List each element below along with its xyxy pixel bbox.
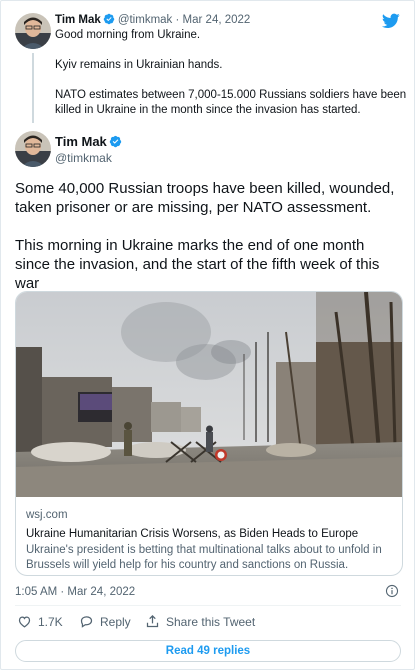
heart-icon bbox=[18, 616, 31, 628]
author-name[interactable]: Tim Mak bbox=[55, 134, 107, 149]
tweet-embed: Tim Mak @timkmak · Mar 24, 2022 Good morn… bbox=[0, 0, 415, 670]
action-bar: 1.7K Reply Share this Tweet bbox=[15, 614, 401, 632]
author-name-line[interactable]: Tim Mak bbox=[55, 134, 125, 149]
timestamp-row: 1:05 AM · Mar 24, 2022 bbox=[15, 584, 401, 598]
parent-line: NATO estimates between 7,000-15.000 Russ… bbox=[55, 89, 407, 116]
tweet-paragraph: This morning in Ukraine marks the end of… bbox=[15, 237, 380, 292]
author-name[interactable]: Tim Mak bbox=[55, 14, 101, 26]
like-count: 1.7K bbox=[38, 614, 63, 629]
parent-date[interactable]: Mar 24, 2022 bbox=[183, 14, 251, 26]
link-card[interactable]: wsj.com Ukraine Humanitarian Crisis Wors… bbox=[15, 291, 403, 576]
separator: · bbox=[175, 14, 180, 26]
reply-label: Reply bbox=[100, 614, 131, 629]
tweet-timestamp[interactable]: 1:05 AM · Mar 24, 2022 bbox=[15, 586, 135, 598]
parent-line: Good morning from Ukraine. bbox=[55, 29, 201, 41]
verified-badge-icon bbox=[103, 13, 115, 25]
share-button[interactable]: Share this Tweet bbox=[145, 614, 255, 629]
reply-icon bbox=[80, 616, 93, 628]
info-icon[interactable] bbox=[385, 584, 399, 598]
card-image bbox=[16, 292, 402, 497]
read-replies-button[interactable]: Read 49 replies bbox=[15, 640, 401, 662]
share-icon bbox=[146, 614, 159, 628]
card-meta: wsj.com Ukraine Humanitarian Crisis Wors… bbox=[26, 508, 396, 573]
tweet-header: Tim Mak @timkmak bbox=[15, 131, 395, 171]
verified-badge-icon bbox=[109, 135, 121, 148]
author-handle[interactable]: @timkmak bbox=[55, 151, 112, 165]
author-handle[interactable]: @timkmak bbox=[118, 14, 172, 26]
parent-tweet-body: Tim Mak @timkmak · Mar 24, 2022 Good morn… bbox=[55, 13, 407, 118]
thread-line bbox=[32, 53, 34, 123]
card-domain: wsj.com bbox=[26, 509, 68, 521]
parent-tweet-text: Good morning from Ukraine. Kyiv remains … bbox=[55, 28, 407, 118]
like-button[interactable]: 1.7K bbox=[17, 614, 63, 629]
card-description: Ukraine's president is betting that mult… bbox=[26, 544, 382, 571]
parent-line: Kyiv remains in Ukrainian hands. bbox=[55, 59, 223, 71]
share-label: Share this Tweet bbox=[166, 614, 256, 629]
divider bbox=[15, 605, 401, 606]
card-title[interactable]: Ukraine Humanitarian Crisis Worsens, as … bbox=[26, 527, 396, 542]
reply-button[interactable]: Reply bbox=[79, 614, 131, 629]
avatar[interactable] bbox=[15, 13, 51, 49]
tweet-paragraph: Some 40,000 Russian troops have been kil… bbox=[15, 180, 395, 216]
avatar[interactable] bbox=[15, 131, 51, 167]
parent-header: Tim Mak @timkmak · Mar 24, 2022 bbox=[55, 13, 407, 28]
tweet-text: Some 40,000 Russian troops have been kil… bbox=[15, 179, 403, 293]
